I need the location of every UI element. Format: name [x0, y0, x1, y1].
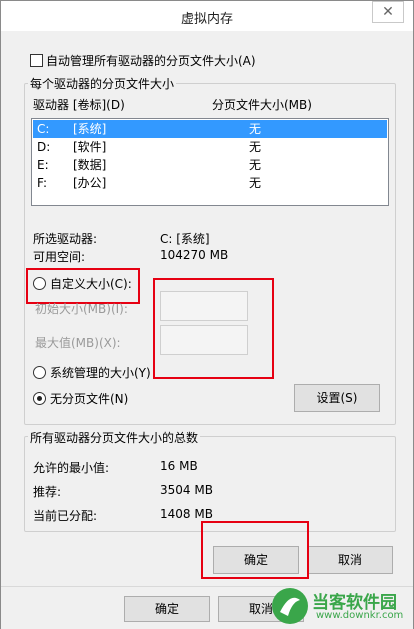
drive-size: 无: [249, 140, 262, 154]
system-managed-label: 系统管理的大小(Y): [50, 366, 151, 380]
drive-letter: E:: [37, 158, 49, 172]
no-paging-label: 无分页文件(N): [50, 392, 129, 406]
column-header-size: 分页文件大小(MB): [212, 98, 312, 112]
drive-row-d[interactable]: D: [软件] 无: [33, 138, 387, 156]
free-space-label: 可用空间:: [33, 250, 86, 264]
drive-label: [系统]: [73, 122, 107, 136]
drive-row-c[interactable]: C: [系统] 无: [33, 120, 387, 138]
watermark-url: www.downkr.com: [316, 610, 404, 621]
selected-drive-value: C: [系统]: [160, 232, 210, 246]
system-managed-radio[interactable]: [33, 366, 46, 379]
selected-drive-label: 所选驱动器:: [33, 232, 98, 246]
drive-row-f[interactable]: F: [办公] 无: [33, 174, 387, 192]
behind-ok-button[interactable]: 确定: [124, 596, 210, 622]
drive-label: [数据]: [73, 158, 107, 172]
max-size-label: 最大值(MB)(X):: [35, 336, 121, 350]
drive-row-e[interactable]: E: [数据] 无: [33, 156, 387, 174]
auto-manage-label: 自动管理所有驱动器的分页文件大小(A): [46, 54, 256, 68]
min-allowed-value: 16 MB: [160, 459, 198, 473]
highlight-box-ok: [201, 521, 309, 579]
no-paging-radio[interactable]: [33, 392, 46, 405]
recommended-value: 3504 MB: [160, 483, 213, 497]
drive-size: 无: [249, 176, 262, 190]
window-title: 虚拟内存: [180, 12, 233, 27]
per-drive-legend: 每个驱动器的分页文件大小: [28, 75, 177, 92]
free-space-value: 104270 MB: [160, 248, 229, 262]
recommended-label: 推荐:: [33, 485, 62, 499]
set-button[interactable]: 设置(S): [294, 384, 380, 412]
drive-size: 无: [249, 158, 262, 172]
highlight-box-inputs: [153, 278, 274, 379]
column-header-drive: 驱动器 [卷标](D): [33, 98, 125, 112]
custom-size-radio[interactable]: [33, 277, 46, 290]
allocated-label: 当前已分配:: [33, 509, 98, 523]
close-icon[interactable]: ✕: [372, 1, 404, 23]
auto-manage-checkbox[interactable]: [30, 54, 43, 67]
drive-list[interactable]: C: [系统] 无 D: [软件] 无 E: [数据] 无 F: [办公] 无: [31, 118, 389, 206]
min-allowed-label: 允许的最小值:: [33, 461, 110, 475]
watermark: 当客软件园 www.downkr.com: [270, 586, 410, 626]
drive-label: [办公]: [73, 176, 107, 190]
drive-letter: D:: [37, 140, 51, 154]
drive-size: 无: [249, 122, 262, 136]
drive-label: [软件]: [73, 140, 107, 154]
custom-size-label: 自定义大小(C):: [50, 277, 132, 291]
cancel-button[interactable]: 取消: [307, 546, 393, 574]
totals-legend: 所有驱动器分页文件大小的总数: [28, 429, 201, 446]
drive-letter: C:: [37, 122, 50, 136]
drive-letter: F:: [37, 176, 48, 190]
allocated-value: 1408 MB: [160, 507, 213, 521]
watermark-logo-icon: [272, 588, 308, 624]
initial-size-label: 初始大小(MB)(I):: [35, 302, 128, 316]
